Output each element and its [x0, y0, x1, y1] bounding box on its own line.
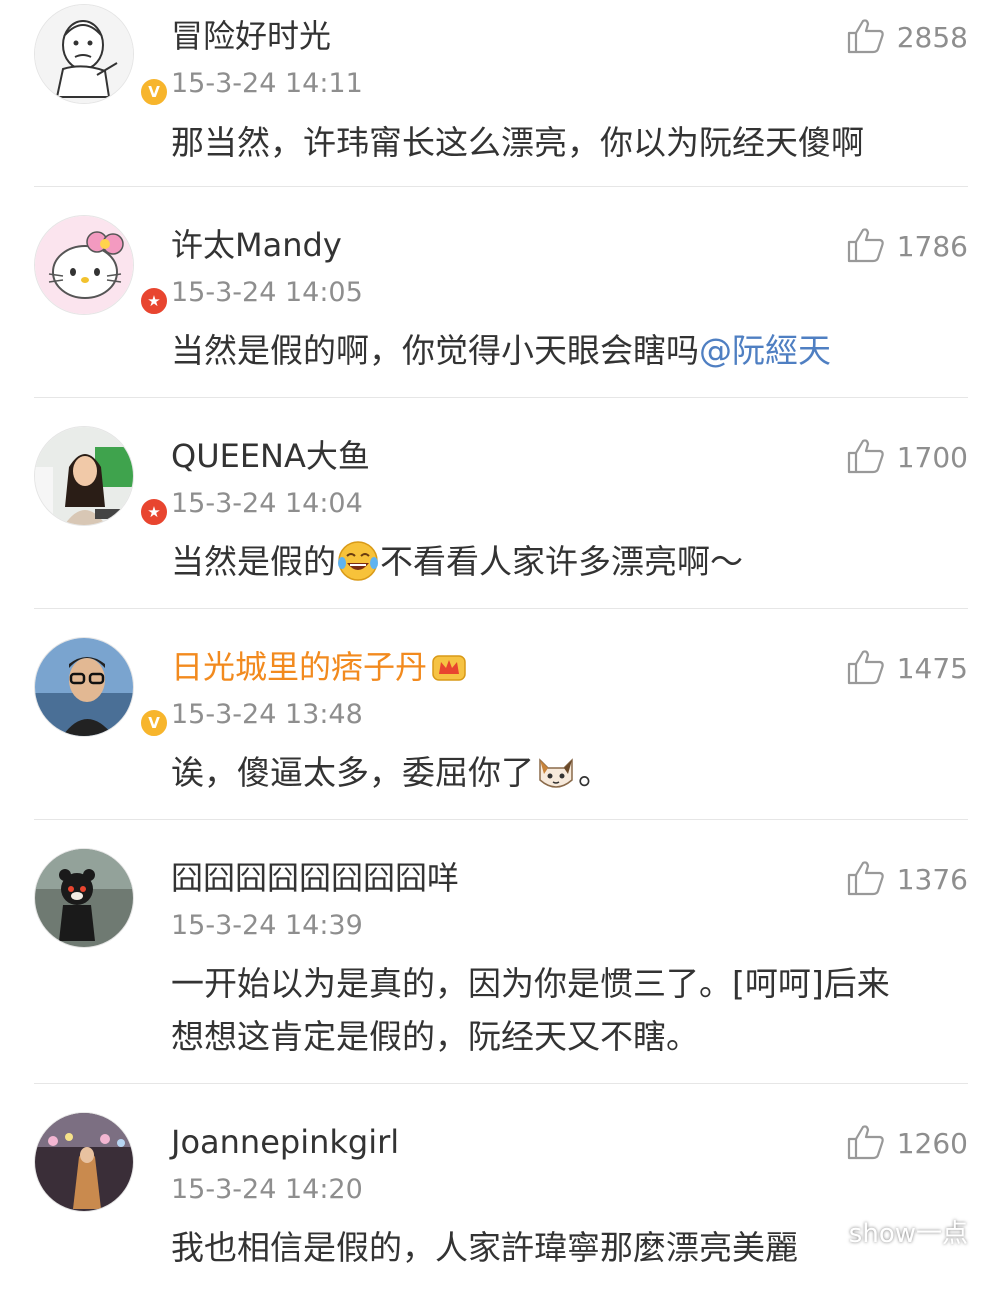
wechat-logo-icon [809, 1218, 842, 1244]
username[interactable]: 日光城里的痞子丹 [171, 647, 467, 687]
timestamp: 15-3-24 14:11 [171, 68, 363, 99]
like-button[interactable]: 1376 [847, 860, 968, 900]
username[interactable]: 囧囧囧囧囧囧囧囧咩 [171, 858, 459, 898]
username[interactable]: 许太Mandy [171, 225, 342, 265]
thumbs-up-outline-icon [847, 18, 885, 58]
comment-item: ★ QUEENA大鱼 15-3-24 14:04 当然是假的 不看看人家许多漂亮… [34, 398, 968, 609]
thumbs-up-outline-icon [847, 1124, 885, 1164]
tears-of-joy-emoji [338, 541, 378, 581]
comment-text-line: 一开始以为是真的，因为你是惯三了。[呵呵]后来 [171, 964, 890, 1003]
star-badge-icon: ★ [138, 496, 170, 528]
crown-icon [432, 655, 466, 681]
timestamp: 15-3-24 14:20 [171, 1174, 363, 1205]
avatar[interactable] [34, 1112, 134, 1212]
like-count: 1475 [896, 652, 968, 685]
comment-text-part: 不看看人家许多漂亮啊～ [380, 542, 743, 581]
like-button[interactable]: 1475 [847, 649, 968, 689]
timestamp: 15-3-24 14:39 [171, 910, 363, 941]
comment-item: ★ 许太Mandy 15-3-24 14:05 当然是假的啊，你觉得小天眼会瞎吗… [34, 187, 968, 398]
username-text: 日光城里的痞子丹 [171, 648, 428, 686]
comment-text: 当然是假的啊，你觉得小天眼会瞎吗@阮經天 [171, 324, 968, 377]
comment-text-part: 当然是假的啊，你觉得小天眼会瞎吗 [171, 331, 699, 370]
watermark: show一点 [809, 1213, 968, 1250]
comment-feed: V 冒险好时光 15-3-24 14:11 那当然，许玮甯长这么漂亮，你以为阮经… [0, 0, 1002, 1304]
username[interactable]: 冒险好时光 [171, 16, 331, 56]
like-count: 2858 [896, 21, 968, 54]
thumbs-up-outline-icon [847, 649, 885, 689]
timestamp: 15-3-24 13:48 [171, 699, 363, 730]
comment-text-part: 。 [578, 753, 611, 792]
comment-text: 一开始以为是真的，因为你是惯三了。[呵呵]后来 想想这肯定是假的，阮经天又不瞎。 [171, 957, 968, 1063]
thumbs-up-outline-icon [847, 438, 885, 478]
comment-text: 那当然，许玮甯长这么漂亮，你以为阮经天傻啊 [171, 123, 864, 162]
comment-item: V 日光城里的痞子丹 15-3-24 13:48 诶，傻逼太多，委屈你了 。 1… [34, 609, 968, 820]
cat-face-emoji [539, 758, 573, 788]
username[interactable]: Joannepinkgirl [171, 1122, 399, 1162]
avatar[interactable] [34, 215, 134, 315]
avatar[interactable] [34, 4, 134, 104]
verified-v-icon: V [138, 707, 170, 739]
username[interactable]: QUEENA大鱼 [171, 436, 370, 476]
like-button[interactable]: 2858 [847, 18, 968, 58]
like-button[interactable]: 1700 [847, 438, 968, 478]
comment-text: 当然是假的 不看看人家许多漂亮啊～ [171, 535, 968, 588]
comment-text-part: 当然是假的 [171, 542, 336, 581]
like-count: 1376 [896, 863, 968, 896]
comment-item: 囧囧囧囧囧囧囧囧咩 15-3-24 14:39 一开始以为是真的，因为你是惯三了… [34, 820, 968, 1084]
verified-v-icon: V [138, 76, 170, 108]
watermark-text: show一点 [848, 1219, 968, 1249]
avatar[interactable] [34, 848, 134, 948]
comment-text-line: 想想这肯定是假的，阮经天又不瞎。 [171, 1017, 699, 1056]
avatar[interactable] [34, 637, 134, 737]
like-button[interactable]: 1260 [847, 1124, 968, 1164]
like-count: 1260 [896, 1127, 968, 1160]
comment-item: Joannepinkgirl 15-3-24 14:20 我也相信是假的，人家許… [34, 1084, 968, 1304]
avatar[interactable] [34, 426, 134, 526]
timestamp: 15-3-24 14:05 [171, 277, 363, 308]
mention-link[interactable]: @阮經天 [699, 331, 831, 370]
comment-text-part: 诶，傻逼太多，委屈你了 [171, 753, 534, 792]
like-button[interactable]: 1786 [847, 227, 968, 267]
comment-item: V 冒险好时光 15-3-24 14:11 那当然，许玮甯长这么漂亮，你以为阮经… [34, 0, 968, 187]
like-count: 1786 [896, 230, 968, 263]
thumbs-up-outline-icon [847, 860, 885, 900]
timestamp: 15-3-24 14:04 [171, 488, 363, 519]
like-count: 1700 [896, 441, 968, 474]
comment-text: 诶，傻逼太多，委屈你了 。 [171, 746, 968, 799]
thumbs-up-outline-icon [847, 227, 885, 267]
star-badge-icon: ★ [138, 285, 170, 317]
